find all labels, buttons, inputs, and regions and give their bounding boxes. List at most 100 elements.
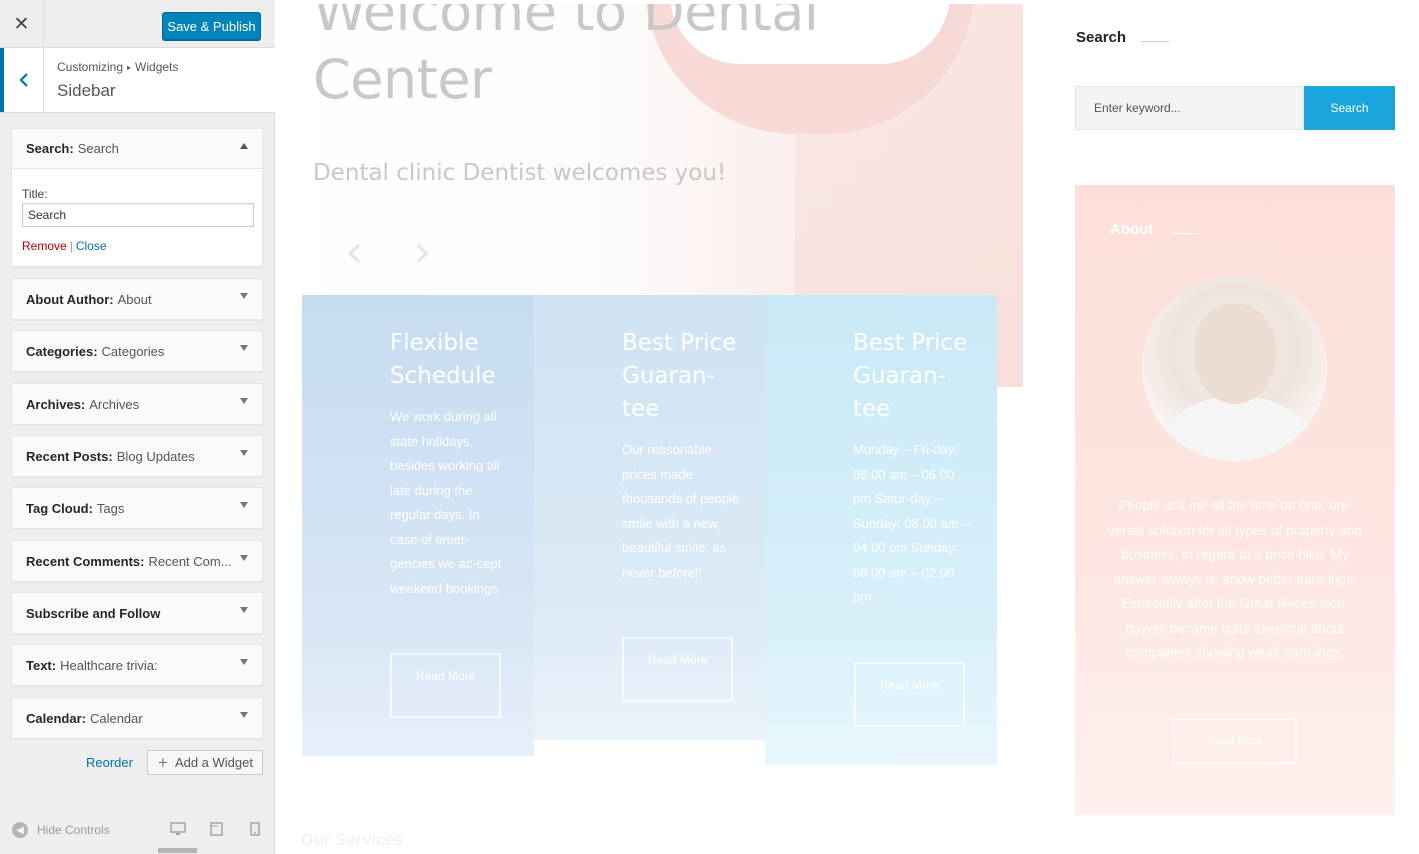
widget-header[interactable]: Search: Search	[12, 129, 262, 169]
sidebar-search-input[interactable]: Enter keyword...	[1075, 86, 1304, 130]
widget-type: Subscribe and Follow	[26, 605, 161, 621]
widget-header[interactable]: Subscribe and Follow	[12, 593, 262, 633]
arrow-left-circle-icon: ◀	[12, 822, 28, 838]
title-label: Title:	[22, 187, 48, 201]
services-heading: Our Services	[301, 830, 403, 849]
widget-header[interactable]: About Author: About	[12, 279, 262, 319]
expand-arrow-icon[interactable]	[240, 398, 248, 404]
card-title: Flexible Schedule	[390, 330, 496, 389]
widget-categories[interactable]: Categories: Categories	[11, 330, 263, 372]
widget-name: Categories	[101, 343, 165, 359]
slider-next-icon[interactable]: ›	[413, 224, 431, 278]
hide-controls-button[interactable]: ◀ Hide Controls	[12, 822, 110, 838]
tablet-preview-icon[interactable]	[210, 822, 223, 841]
expand-arrow-icon[interactable]	[240, 293, 248, 299]
slider-prev-icon[interactable]: ‹	[345, 224, 363, 278]
avatar	[1142, 276, 1327, 461]
action-separator: |	[69, 239, 73, 253]
about-widget: About People ask me all the time on one,…	[1075, 185, 1395, 815]
remove-link[interactable]: Remove	[22, 239, 67, 253]
expand-arrow-icon[interactable]	[240, 502, 248, 508]
collapse-arrow-icon[interactable]	[240, 143, 248, 149]
breadcrumb-item: Widgets	[135, 60, 179, 74]
reorder-link[interactable]: Reorder	[86, 755, 133, 770]
read-more-button[interactable]: Read More	[854, 662, 965, 727]
site-preview: Welcome to Dental Center Dental clinic D…	[275, 0, 1419, 854]
desktop-preview-icon[interactable]	[170, 822, 186, 841]
title-underline	[1141, 41, 1169, 42]
feature-card: Flexible Schedule We work during all sta…	[302, 295, 534, 756]
widget-subscribe-follow[interactable]: Subscribe and Follow	[11, 592, 263, 634]
expand-arrow-icon[interactable]	[240, 450, 248, 456]
card-title: Best Price Guaran-tee	[853, 330, 968, 422]
widget-name: Tags	[96, 500, 125, 516]
chevron-left-icon	[18, 73, 28, 87]
widget-recent-comments[interactable]: Recent Comments: Recent Com...	[11, 540, 263, 582]
section-header: Customizing ▸ Widgets Sidebar	[0, 48, 275, 113]
breadcrumb-separator: ▸	[127, 63, 132, 72]
device-active-indicator	[158, 848, 197, 853]
widget-header[interactable]: Archives: Archives	[12, 384, 262, 424]
widget-form: Title: Remove|Close	[12, 169, 262, 253]
customizer-panel: ✕ Save & Publish Customizing ▸ Widgets Sid…	[0, 0, 275, 854]
widget-header[interactable]: Categories: Categories	[12, 331, 262, 371]
add-widget-label: Add a Widget	[174, 755, 253, 770]
widget-archives[interactable]: Archives: Archives	[11, 383, 263, 425]
widget-type: Archives:	[26, 396, 86, 412]
add-widget-button[interactable]: + Add a Widget	[147, 750, 263, 775]
widget-header[interactable]: Recent Posts: Blog Updates	[12, 436, 262, 476]
widget-tag-cloud[interactable]: Tag Cloud: Tags	[11, 487, 263, 529]
widget-type: Recent Posts:	[26, 448, 113, 464]
expand-arrow-icon[interactable]	[240, 712, 248, 718]
widget-type: Text:	[26, 657, 57, 673]
card-title: Best Price Guaran-tee	[622, 330, 737, 422]
widget-header[interactable]: Tag Cloud: Tags	[12, 488, 262, 528]
hero-subtitle: Dental clinic Dentist welcomes you!	[313, 160, 727, 186]
widget-search: Search: Search Title: Remove|Close	[11, 128, 263, 267]
read-more-button[interactable]: Read More	[390, 653, 501, 718]
hide-controls-label: Hide Controls	[37, 823, 110, 837]
card-text: Our reasonable prices made thousands of …	[622, 442, 740, 580]
save-publish-button[interactable]: Save & Publish	[162, 12, 261, 40]
card-text: We work during all state holidays, besid…	[390, 409, 502, 596]
card-text: Monday – Fri-day: 08.00 am – 06.00 pm Sa…	[853, 442, 970, 604]
widget-header[interactable]: Text: Healthcare trivia:	[12, 645, 262, 685]
close-link[interactable]: Close	[76, 239, 107, 253]
title-input[interactable]	[22, 203, 254, 227]
widget-about-author[interactable]: About Author: About	[11, 278, 263, 320]
about-read-more-button[interactable]: Read More	[1173, 718, 1297, 764]
close-icon[interactable]: ✕	[0, 0, 44, 48]
title-underline	[1171, 233, 1199, 234]
widget-name: Archives	[89, 396, 140, 412]
customizer-header: ✕ Save & Publish	[0, 0, 275, 48]
avatar-head	[1194, 304, 1276, 404]
read-more-button[interactable]: Read More	[622, 637, 733, 702]
widget-header[interactable]: Calendar: Calendar	[12, 698, 262, 738]
back-button[interactable]	[0, 48, 44, 112]
about-title: About	[1110, 221, 1154, 238]
customizer-footer: ◀ Hide Controls	[0, 812, 275, 854]
widget-type: Search:	[26, 141, 74, 156]
expand-arrow-icon[interactable]	[240, 345, 248, 351]
feature-card: Best Price Guaran-tee Our reasonable pri…	[534, 295, 766, 740]
breadcrumb: Customizing ▸ Widgets	[57, 60, 178, 74]
widget-type: Calendar:	[26, 710, 86, 726]
hero-title: Welcome to Dental Center	[313, 4, 819, 111]
expand-arrow-icon[interactable]	[240, 555, 248, 561]
widget-type: Categories:	[26, 343, 98, 359]
widget-header[interactable]: Recent Comments: Recent Com...	[12, 541, 262, 581]
widget-calendar[interactable]: Calendar: Calendar	[11, 697, 263, 739]
mobile-preview-icon[interactable]	[250, 822, 260, 841]
expand-arrow-icon[interactable]	[240, 659, 248, 665]
plus-icon: +	[158, 753, 168, 772]
avatar-coat	[1167, 396, 1307, 461]
widget-type: Recent Comments:	[26, 553, 145, 569]
widget-type: Tag Cloud:	[26, 500, 93, 516]
widget-recent-posts[interactable]: Recent Posts: Blog Updates	[11, 435, 263, 477]
about-text: People ask me all the time on one, uni-v…	[1108, 498, 1362, 660]
sidebar-search-button[interactable]: Search	[1304, 86, 1395, 130]
expand-arrow-icon[interactable]	[240, 607, 248, 613]
widget-text[interactable]: Text: Healthcare trivia:	[11, 644, 263, 686]
feature-card: Best Price Guaran-tee Monday – Fri-day: …	[765, 295, 997, 765]
sidebar-search-title: Search	[1076, 29, 1127, 46]
